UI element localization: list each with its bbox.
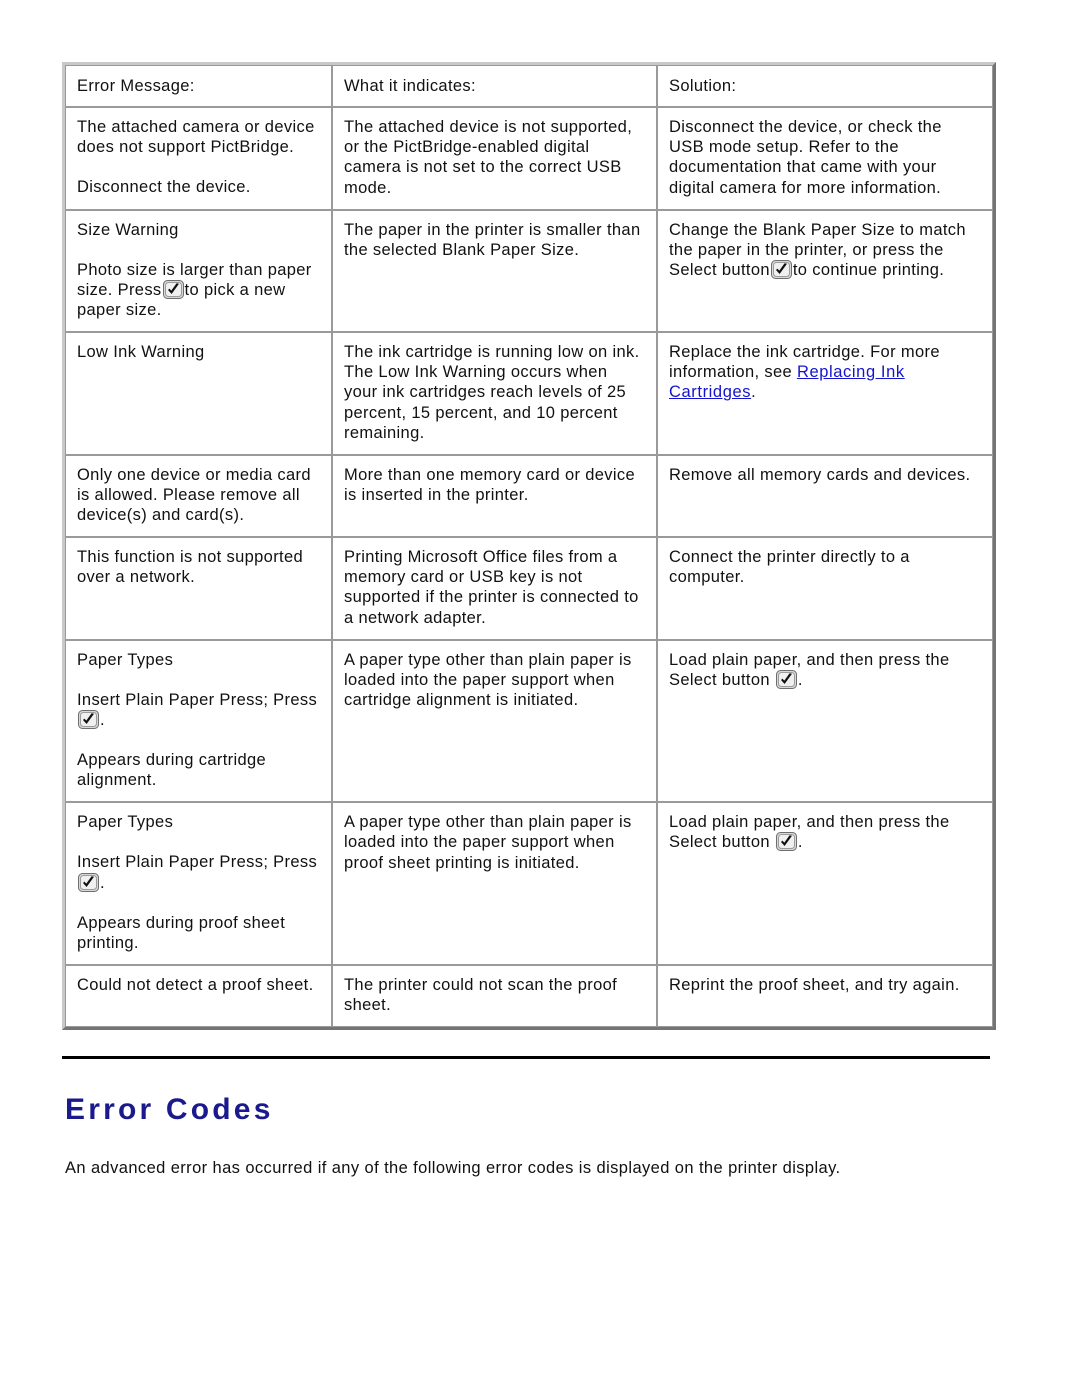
indicates-text: A paper type other than plain paper is l… (344, 813, 632, 872)
table-row: This function is not supported over a ne… (65, 537, 993, 640)
error-message-text: The attached camera or device does not s… (77, 118, 315, 157)
indicates-text: The ink cartridge is running low on ink.… (344, 343, 640, 442)
error-message-text-tertiary: Appears during proof sheet printing. (77, 913, 286, 952)
table-row: Low Ink Warning The ink cartridge is run… (65, 332, 993, 455)
solution-fragment-a: Load plain paper, and then press the Sel… (669, 650, 950, 689)
error-message-text: Only one device or media card is allowed… (77, 465, 311, 524)
cell-solution: Load plain paper, and then press the Sel… (657, 639, 993, 803)
cell-solution: Load plain paper, and then press the Sel… (657, 802, 993, 965)
cell-what-it-indicates: More than one memory card or device is i… (332, 454, 657, 538)
indicates-text: The paper in the printer is smaller than… (344, 220, 641, 259)
select-button-check-icon (770, 259, 792, 279)
select-button-check-icon (78, 709, 99, 729)
solution-fragment-a: Load plain paper, and then press the Sel… (669, 813, 950, 852)
cell-what-it-indicates: The paper in the printer is smaller than… (332, 209, 657, 333)
error-message-fragment-b: . (100, 873, 105, 892)
cell-solution: Connect the printer directly to a comput… (657, 537, 993, 640)
cell-error-message: This function is not supported over a ne… (65, 537, 332, 640)
indicates-text: More than one memory card or device is i… (344, 465, 636, 504)
table-row: The attached camera or device does not s… (65, 107, 993, 210)
cell-what-it-indicates: A paper type other than plain paper is l… (332, 802, 657, 965)
table-row: Size Warning Photo size is larger than p… (65, 209, 993, 333)
error-message-text: Paper Types (77, 813, 174, 832)
error-message-text-tertiary: Appears during cartridge alignment. (77, 751, 267, 790)
error-message-fragment-a: Insert Plain Paper Press; Press (77, 690, 318, 709)
cell-error-message: Could not detect a proof sheet. (65, 964, 332, 1028)
select-button-check-icon (775, 669, 797, 689)
solution-fragment-b: . (751, 383, 757, 402)
error-message-text-secondary: Photo size is larger than paper size. Pr… (77, 260, 320, 320)
cell-error-message: Only one device or media card is allowed… (65, 454, 332, 538)
table-row: Paper Types Insert Plain Paper Press; Pr… (65, 802, 993, 965)
table-row: Only one device or media card is allowed… (65, 454, 993, 538)
cell-what-it-indicates: The ink cartridge is running low on ink.… (332, 332, 657, 455)
solution-text: Change the Blank Paper Size to match the… (669, 220, 981, 280)
cell-solution: Reprint the proof sheet, and try again. (657, 964, 993, 1028)
solution-text: Remove all memory cards and devices. (669, 465, 971, 484)
cell-solution: Change the Blank Paper Size to match the… (657, 209, 993, 333)
error-message-text: Size Warning (77, 220, 179, 239)
error-message-text: Could not detect a proof sheet. (77, 975, 314, 994)
cell-what-it-indicates: The printer could not scan the proof she… (332, 964, 657, 1028)
solution-text: Reprint the proof sheet, and try again. (669, 975, 960, 994)
error-message-text-secondary: Insert Plain Paper Press; Press . (77, 690, 320, 730)
solution-fragment-b: . (797, 670, 803, 689)
solution-text: Load plain paper, and then press the Sel… (669, 812, 981, 852)
select-button-check-icon (78, 872, 99, 892)
page-title: Error Codes (65, 1093, 274, 1127)
error-message-text: Low Ink Warning (77, 343, 205, 362)
cell-what-it-indicates: The attached device is not supported, or… (332, 107, 657, 210)
column-header-what-it-indicates: What it indicates: (332, 65, 657, 108)
select-button-check-icon (775, 832, 797, 852)
column-header-error-message: Error Message: (65, 65, 332, 108)
document-page: Error Message: What it indicates: Soluti… (0, 0, 1080, 1397)
indicates-text: The printer could not scan the proof she… (344, 975, 618, 1014)
solution-text: Connect the printer directly to a comput… (669, 548, 910, 587)
error-message-text: This function is not supported over a ne… (77, 548, 304, 587)
solution-text: Load plain paper, and then press the Sel… (669, 650, 981, 690)
error-message-fragment-b: . (100, 710, 105, 729)
cell-what-it-indicates: A paper type other than plain paper is l… (332, 639, 657, 803)
solution-text: Disconnect the device, or check the USB … (669, 118, 942, 197)
cell-error-message: Paper Types Insert Plain Paper Press; Pr… (65, 802, 332, 965)
cell-error-message: The attached camera or device does not s… (65, 107, 332, 210)
error-message-text: Paper Types (77, 650, 174, 669)
cell-error-message: Low Ink Warning (65, 332, 332, 455)
error-messages-table: Error Message: What it indicates: Soluti… (62, 62, 996, 1031)
error-message-text-secondary: Insert Plain Paper Press; Press . (77, 852, 320, 892)
cell-solution: Remove all memory cards and devices. (657, 454, 993, 538)
cell-solution: Disconnect the device, or check the USB … (657, 107, 993, 210)
section-divider (62, 1056, 990, 1060)
indicates-text: The attached device is not supported, or… (344, 118, 633, 197)
column-header-solution: Solution: (657, 65, 993, 108)
solution-text: Replace the ink cartridge. For more info… (669, 342, 981, 402)
select-button-check-icon (162, 279, 184, 299)
cell-solution: Replace the ink cartridge. For more info… (657, 332, 993, 455)
table-header-row: Error Message: What it indicates: Soluti… (65, 65, 993, 108)
section-description: An advanced error has occurred if any of… (65, 1159, 841, 1178)
indicates-text: A paper type other than plain paper is l… (344, 650, 632, 709)
table-row: Could not detect a proof sheet. The prin… (65, 964, 993, 1028)
error-message-fragment-a: Insert Plain Paper Press; Press (77, 853, 318, 872)
solution-fragment-b: to continue printing. (792, 260, 945, 279)
indicates-text: Printing Microsoft Office files from a m… (344, 548, 639, 627)
cell-error-message: Size Warning Photo size is larger than p… (65, 209, 332, 333)
solution-fragment-b: . (797, 833, 803, 852)
table-row: Paper Types Insert Plain Paper Press; Pr… (65, 639, 993, 803)
cell-error-message: Paper Types Insert Plain Paper Press; Pr… (65, 639, 332, 803)
error-message-text-secondary: Disconnect the device. (77, 178, 251, 197)
cell-what-it-indicates: Printing Microsoft Office files from a m… (332, 537, 657, 640)
